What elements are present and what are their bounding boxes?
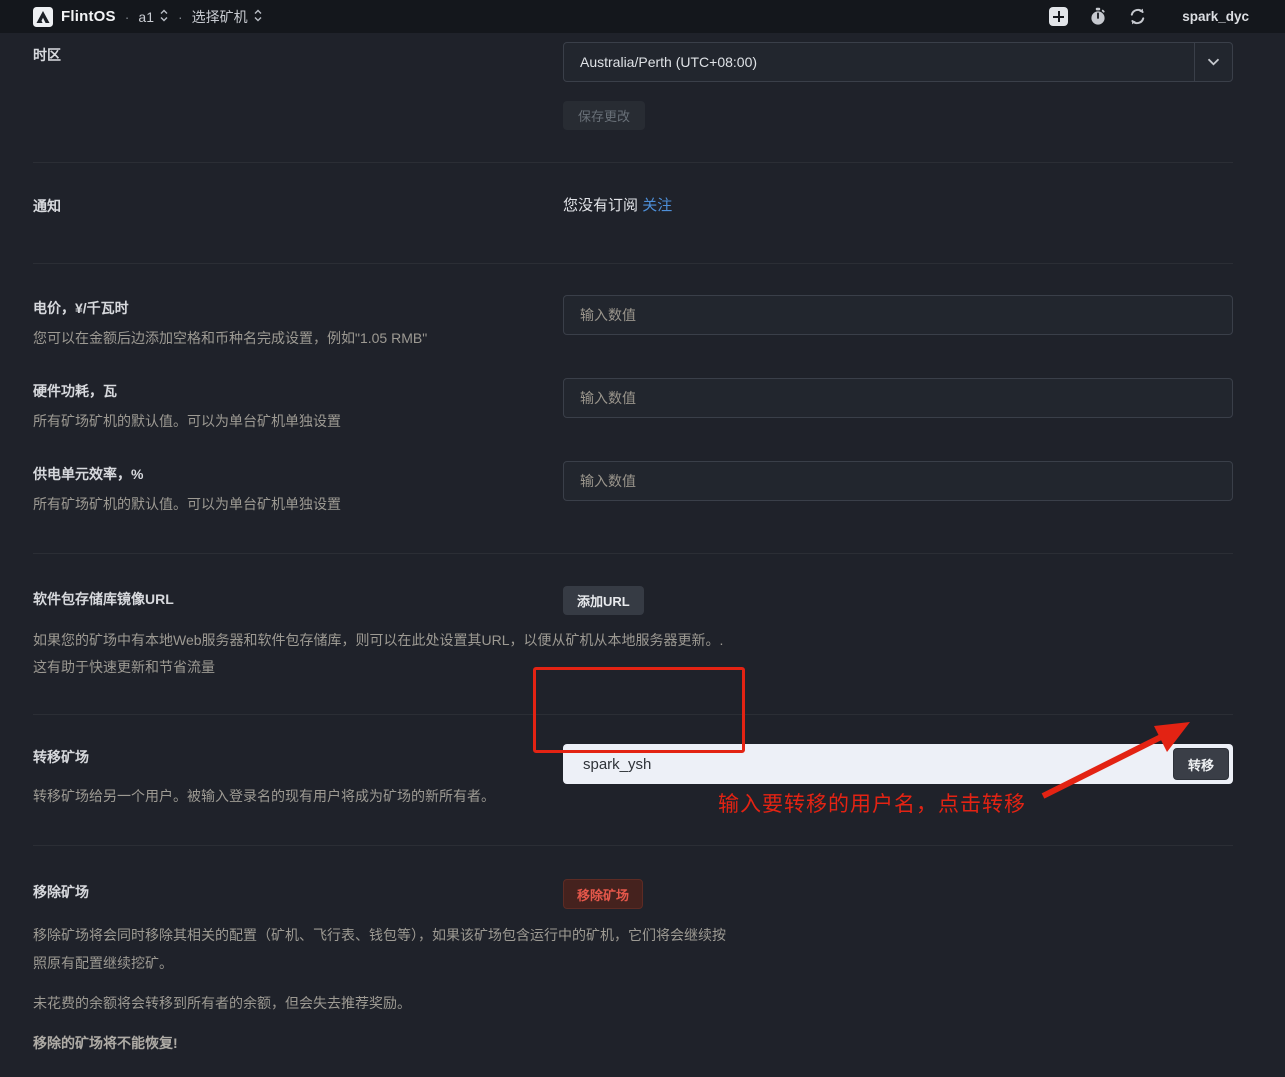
chevron-updown-icon xyxy=(159,8,169,26)
psu-label: 供电单元效率，% xyxy=(33,461,563,484)
mirror-url-label: 软件包存储库镜像URL xyxy=(33,586,563,609)
timezone-label: 时区 xyxy=(33,42,563,65)
settings-page: 时区 Australia/Perth (UTC+08:00) 保存更改 通知 您… xyxy=(0,33,1285,1077)
electricity-label: 电价，¥/千瓦时 xyxy=(33,295,563,318)
psu-row: 供电单元效率，% 所有矿场矿机的默认值。可以为单台矿机单独设置 xyxy=(33,461,1233,514)
save-changes-button[interactable]: 保存更改 xyxy=(563,101,645,130)
chevron-down-icon xyxy=(1194,43,1232,81)
timezone-select-value: Australia/Perth (UTC+08:00) xyxy=(564,54,1194,70)
breadcrumb-separator: · xyxy=(125,9,130,25)
electricity-price-input[interactable] xyxy=(563,295,1233,335)
electricity-description: 您可以在金额后边添加空格和币种名完成设置，例如"1.05 RMB" xyxy=(33,328,563,348)
section-notifications: 通知 您没有订阅 关注 xyxy=(33,163,1233,264)
power-label: 硬件功耗，瓦 xyxy=(33,378,563,401)
app-title: FlintOS xyxy=(61,8,116,25)
refresh-button[interactable] xyxy=(1128,7,1147,26)
section-transfer-farm: 转移矿场 转移矿场给另一个用户。被输入登录名的现有用户将成为矿场的新所有者。 s… xyxy=(33,715,1233,846)
remove-farm-warning: 移除的矿场将不能恢复! xyxy=(33,1029,733,1057)
section-remove-farm: 移除矿场 移除矿场 移除矿场将会同时移除其相关的配置（矿机、飞行表、钱包等），如… xyxy=(33,846,1233,1077)
worker-selector-label: 选择矿机 xyxy=(192,7,248,27)
section-timezone: 时区 Australia/Perth (UTC+08:00) 保存更改 xyxy=(33,33,1233,163)
psu-efficiency-input[interactable] xyxy=(563,461,1233,501)
section-farm-values: 电价，¥/千瓦时 您可以在金额后边添加空格和币种名完成设置，例如"1.05 RM… xyxy=(33,264,1233,554)
mirror-url-description: 如果您的矿场中有本地Web服务器和软件包存储库，则可以在此处设置其URL，以便从… xyxy=(33,627,733,681)
notifications-label: 通知 xyxy=(33,193,563,216)
plus-icon xyxy=(1049,7,1068,26)
power-row: 硬件功耗，瓦 所有矿场矿机的默认值。可以为单台矿机单独设置 xyxy=(33,378,1233,431)
timezone-select[interactable]: Australia/Perth (UTC+08:00) xyxy=(563,42,1233,82)
add-button[interactable] xyxy=(1049,7,1068,26)
chevron-updown-icon xyxy=(253,8,263,26)
hardware-power-input[interactable] xyxy=(563,378,1233,418)
subscribe-link[interactable]: 关注 xyxy=(642,197,672,214)
refresh-icon xyxy=(1128,7,1147,26)
farm-selector-label: a1 xyxy=(138,9,154,25)
electricity-row: 电价，¥/千瓦时 您可以在金额后边添加空格和币种名完成设置，例如"1.05 RM… xyxy=(33,295,1233,348)
username[interactable]: spark_dyc xyxy=(1182,9,1249,24)
breadcrumb-separator: · xyxy=(178,9,183,25)
transfer-username-value: spark_ysh xyxy=(563,756,651,773)
timer-button[interactable] xyxy=(1089,7,1107,26)
worker-selector[interactable]: 选择矿机 xyxy=(192,7,263,27)
flintos-logo-icon xyxy=(33,7,53,27)
transfer-username-input[interactable]: spark_ysh 转移 xyxy=(563,744,1233,784)
brand: FlintOS xyxy=(33,7,116,27)
power-description: 所有矿场矿机的默认值。可以为单台矿机单独设置 xyxy=(33,411,563,431)
remove-farm-paragraph-1: 移除矿场将会同时移除其相关的配置（矿机、飞行表、钱包等），如果该矿场包含运行中的… xyxy=(33,921,733,977)
section-mirror-url: 软件包存储库镜像URL 添加URL 如果您的矿场中有本地Web服务器和软件包存储… xyxy=(33,554,1233,715)
farm-selector[interactable]: a1 xyxy=(138,8,169,26)
remove-farm-label: 移除矿场 xyxy=(33,879,563,902)
remove-farm-paragraph-2: 未花费的余额将会转移到所有者的余额，但会失去推荐奖励。 xyxy=(33,989,733,1017)
topbar: FlintOS · a1 · 选择矿机 xyxy=(0,0,1285,33)
add-url-button[interactable]: 添加URL xyxy=(563,586,644,615)
psu-description: 所有矿场矿机的默认值。可以为单台矿机单独设置 xyxy=(33,494,563,514)
transfer-button[interactable]: 转移 xyxy=(1173,748,1229,780)
remove-farm-button[interactable]: 移除矿场 xyxy=(563,879,643,909)
stopwatch-icon xyxy=(1089,7,1107,26)
transfer-farm-description: 转移矿场给另一个用户。被输入登录名的现有用户将成为矿场的新所有者。 xyxy=(33,786,563,806)
transfer-farm-label: 转移矿场 xyxy=(33,744,563,767)
subscription-status: 您没有订阅 xyxy=(563,197,638,214)
